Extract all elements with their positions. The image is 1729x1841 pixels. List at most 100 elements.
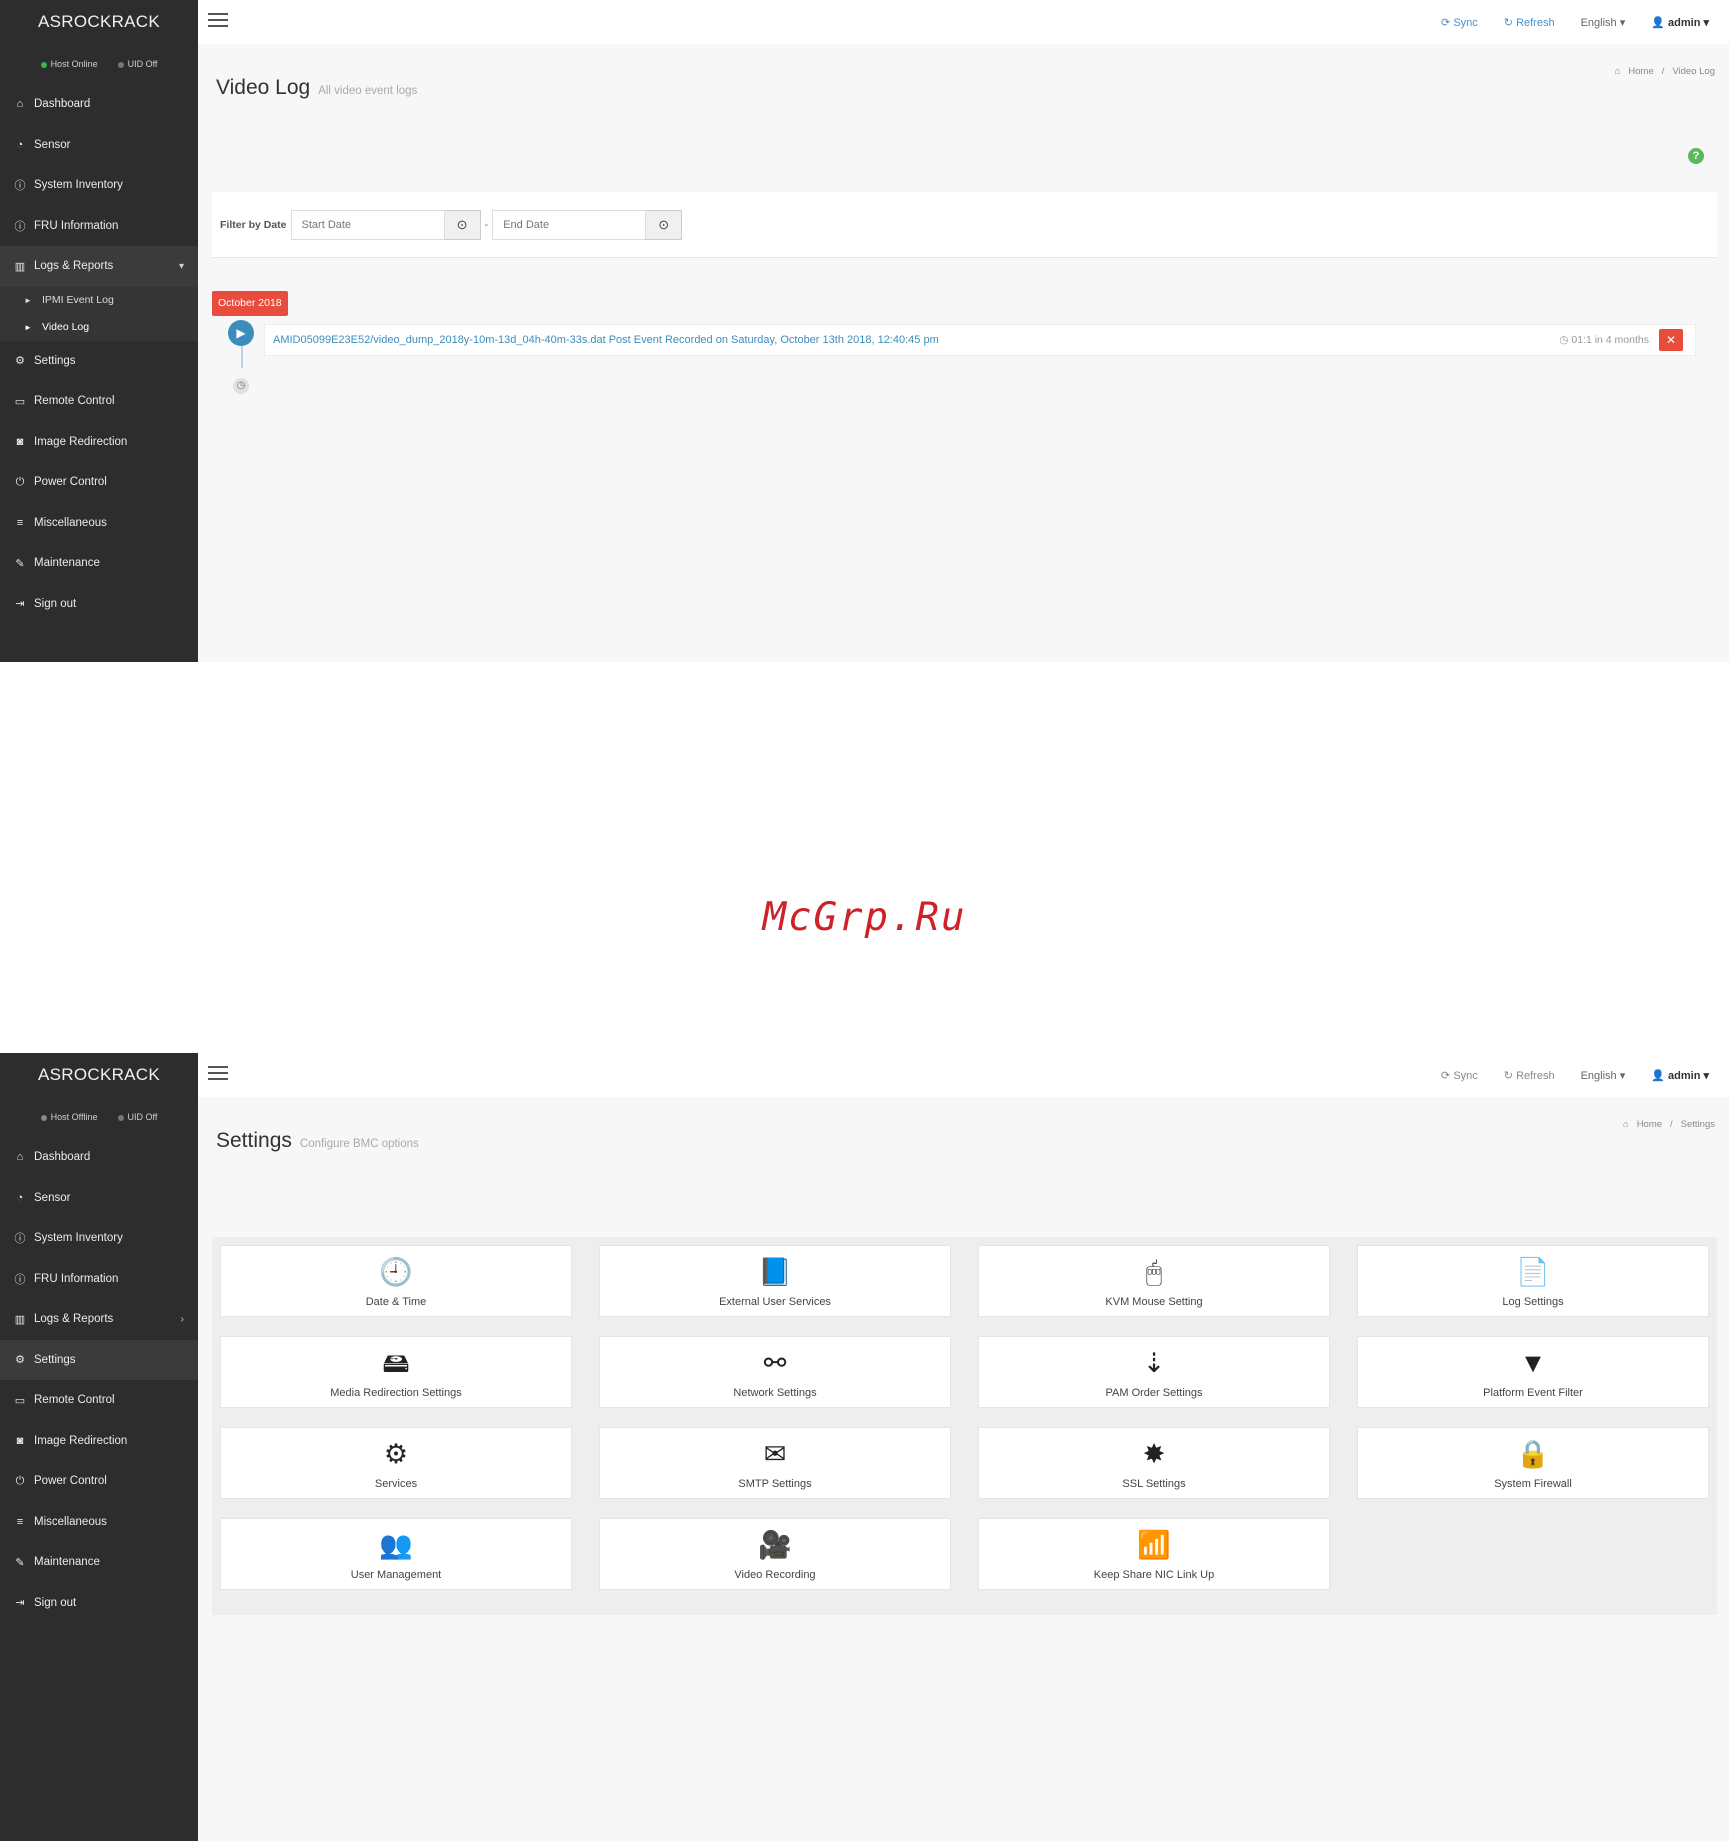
sidebar-item-sign-out[interactable]: ⇥ Sign out xyxy=(0,584,198,625)
sidebar-item-remote-control[interactable]: ▭ Remote Control xyxy=(0,1380,198,1421)
tile-system-firewall[interactable]: 🔒 System Firewall xyxy=(1357,1427,1709,1499)
tile-network-settings[interactable]: ⚯ Network Settings xyxy=(599,1336,951,1408)
tile-kvm-mouse-setting[interactable]: 🖱 KVM Mouse Setting xyxy=(978,1245,1330,1317)
sync-button[interactable]: ⟳ Sync xyxy=(1441,1069,1478,1082)
sidebar-item-image-redirection[interactable]: ◙ Image Redirection xyxy=(0,422,198,463)
refresh-button[interactable]: ↻ Refresh xyxy=(1504,1069,1555,1082)
tile-services[interactable]: ⚙ Services xyxy=(220,1427,572,1499)
tile-label: Platform Event Filter xyxy=(1483,1387,1583,1399)
timeline-month-badge: October 2018 xyxy=(212,291,288,316)
tile-label: Video Recording xyxy=(734,1569,816,1581)
sidebar-item-maintenance[interactable]: ✎ Maintenance xyxy=(0,543,198,584)
sidebar-item-sensor[interactable]: ◔ Sensor xyxy=(0,1178,198,1219)
language-dropdown[interactable]: English ▾ xyxy=(1581,16,1626,29)
menu-toggle-icon[interactable] xyxy=(208,1066,228,1082)
user-menu[interactable]: 👤 admin ▾ xyxy=(1651,16,1709,29)
sidebar-item-image-redirection[interactable]: ◙ Image Redirection xyxy=(0,1421,198,1462)
tile-media-redirection-settings[interactable]: 🖴 Media Redirection Settings xyxy=(220,1336,572,1408)
sync-button[interactable]: ⟳ Sync xyxy=(1441,16,1478,29)
sidebar-item-label: Image Redirection xyxy=(34,1434,128,1447)
start-date-clock-icon[interactable]: ⊙ xyxy=(444,209,481,240)
home-icon: ⌂ xyxy=(1614,66,1621,77)
sidebar-item-label: FRU Information xyxy=(34,1272,119,1285)
sidebar-item-label: Sensor xyxy=(34,1191,71,1204)
language-dropdown[interactable]: English ▾ xyxy=(1581,1069,1626,1082)
status-row: Host Offline UID Off xyxy=(0,1097,198,1137)
menu-toggle-icon[interactable] xyxy=(208,13,228,29)
breadcrumb-separator: / xyxy=(1670,1119,1673,1130)
tile-label: Services xyxy=(374,1478,418,1490)
uid-status: UID Off xyxy=(117,59,157,69)
sidebar-item-fru-information[interactable]: ⓘ FRU Information xyxy=(0,206,198,247)
monitor-icon: ▭ xyxy=(14,395,26,408)
video-log-link[interactable]: AMID05099E23E52/video_dump_2018y-10m-13d… xyxy=(273,334,1559,346)
list-icon: ≡ xyxy=(16,1515,24,1528)
sidebar-item-system-inventory[interactable]: ⓘ System Inventory xyxy=(0,165,198,206)
delete-button[interactable]: ✕ xyxy=(1659,329,1683,351)
watermark: McGrp.Ru xyxy=(762,895,967,940)
sidebar-item-label: Logs & Reports xyxy=(34,1313,114,1326)
start-date-input[interactable] xyxy=(290,209,445,240)
sidebar-item-settings[interactable]: ⚙ Settings xyxy=(0,341,198,382)
sidebar-item-fru-information[interactable]: ⓘ FRU Information xyxy=(0,1259,198,1300)
user-menu[interactable]: 👤 admin ▾ xyxy=(1651,1069,1709,1082)
tile-log-settings[interactable]: 📄 Log Settings xyxy=(1357,1245,1709,1317)
tile-keep-share-nic-link-up[interactable]: 📶 Keep Share NIC Link Up xyxy=(978,1518,1330,1590)
tile-smtp-settings[interactable]: ✉ SMTP Settings xyxy=(599,1427,951,1499)
sidebar-item-maintenance[interactable]: ✎ Maintenance xyxy=(0,1542,198,1583)
sidebar-item-miscellaneous[interactable]: ≡ Miscellaneous xyxy=(0,1502,198,1543)
caret-down-icon: ▾ xyxy=(1700,16,1709,29)
brand-logo: ASROCKRACK xyxy=(37,12,161,31)
chevron-down-icon: ▾ xyxy=(178,260,184,272)
help-icon[interactable]: ? xyxy=(1688,148,1704,164)
refresh-button[interactable]: ↻ Refresh xyxy=(1504,16,1555,29)
tile-ssl-settings[interactable]: ✸ SSL Settings xyxy=(978,1427,1330,1499)
sidebar-item-sign-out[interactable]: ⇥ Sign out xyxy=(0,1583,198,1624)
sidebar-subitem-video-log[interactable]: ► Video Log xyxy=(0,313,198,341)
host-status-label: Host Offline xyxy=(50,1112,98,1122)
refresh-icon: ↻ xyxy=(1503,16,1517,29)
tile-user-management[interactable]: 👥 User Management xyxy=(220,1518,572,1590)
sidebar-item-logs-reports[interactable]: ▥ Logs & Reports ▾ xyxy=(0,246,198,287)
breadcrumb-home-link[interactable]: Home xyxy=(1637,1119,1662,1130)
gear-icon: ⚙ xyxy=(15,355,25,368)
sidebar-item-power-control[interactable]: ⏻ Power Control xyxy=(0,1461,198,1502)
sidebar-item-label: Maintenance xyxy=(34,557,100,570)
sidebar-item-dashboard[interactable]: ⌂ Dashboard xyxy=(0,84,198,125)
sidebar-item-sensor[interactable]: ◔ Sensor xyxy=(0,125,198,166)
timeline-item-time: ◷ 01:1 in 4 months xyxy=(1559,334,1649,346)
tile-external-user-services[interactable]: 📘 External User Services xyxy=(599,1245,951,1317)
sidebar-item-label: Dashboard xyxy=(34,1151,91,1164)
tile-label: Date & Time xyxy=(365,1296,427,1308)
tile-pam-order-settings[interactable]: ⇣ PAM Order Settings xyxy=(978,1336,1330,1408)
users-icon: 👥 xyxy=(379,1530,413,1560)
brand-logo: ASROCKRACK xyxy=(37,1065,161,1084)
end-date-input[interactable] xyxy=(492,209,647,240)
tile-platform-event-filter[interactable]: ▼ Platform Event Filter xyxy=(1357,1336,1709,1408)
power-icon: ⏻ xyxy=(15,475,25,488)
home-icon: ⌂ xyxy=(1622,1119,1629,1130)
sidebar-item-label: System Inventory xyxy=(34,179,123,192)
page-title: Settings xyxy=(216,1129,292,1152)
sidebar-item-logs-reports[interactable]: ▥ Logs & Reports › xyxy=(0,1299,198,1340)
tile-video-recording[interactable]: 🎥 Video Recording xyxy=(599,1518,951,1590)
sidebar-item-label: IPMI Event Log xyxy=(42,294,114,306)
sidebar-item-system-inventory[interactable]: ⓘ System Inventory xyxy=(0,1218,198,1259)
sidebar-item-miscellaneous[interactable]: ≡ Miscellaneous xyxy=(0,503,198,544)
sidebar-item-label: Power Control xyxy=(34,476,107,489)
host-status: Host Offline xyxy=(40,1112,98,1122)
sidebar-subitem-ipmi-event-log[interactable]: ► IPMI Event Log xyxy=(0,286,198,314)
tile-date-time[interactable]: 🕘 Date & Time xyxy=(220,1245,572,1317)
sidebar-item-label: Sign out xyxy=(34,597,77,610)
sidebar-item-settings[interactable]: ⚙ Settings xyxy=(0,1339,198,1380)
list-icon: ≡ xyxy=(16,516,24,529)
breadcrumb-home-link[interactable]: Home xyxy=(1628,66,1653,77)
sidebar-item-remote-control[interactable]: ▭ Remote Control xyxy=(0,381,198,422)
end-date-clock-icon[interactable]: ⊙ xyxy=(646,209,683,240)
sidebar-item-power-control[interactable]: ⏻ Power Control xyxy=(0,462,198,503)
tile-label: Log Settings xyxy=(1502,1296,1564,1308)
sidebar-item-dashboard[interactable]: ⌂ Dashboard xyxy=(0,1137,198,1178)
dashboard-icon: ◔ xyxy=(16,1191,24,1204)
sync-label: Sync xyxy=(1453,16,1478,29)
sidebar: ASROCKRACK Host Offline UID Off ⌂ Dashboa… xyxy=(0,1053,198,1841)
